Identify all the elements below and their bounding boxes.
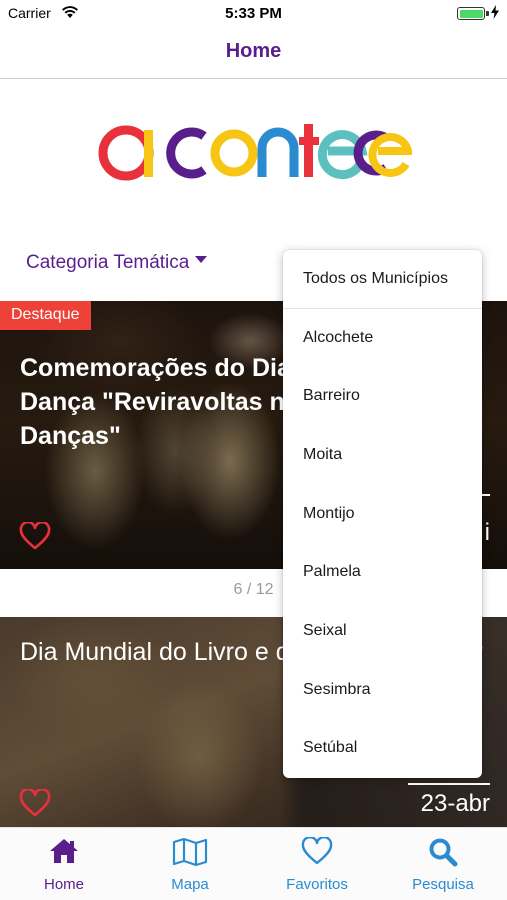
tab-home[interactable]: Home <box>1 828 127 900</box>
clock: 5:33 PM <box>225 5 282 22</box>
dropdown-item-setubal[interactable]: Setúbal <box>283 719 482 777</box>
tab-favorites[interactable]: Favoritos <box>254 828 380 900</box>
tab-search-label: Pesquisa <box>412 876 474 893</box>
battery-icon <box>457 7 489 20</box>
battery-level <box>459 9 483 18</box>
favorite-heart-icon[interactable] <box>19 789 51 817</box>
featured-badge: Destaque <box>0 301 91 330</box>
favorite-heart-icon[interactable] <box>19 522 51 550</box>
tab-favorites-label: Favoritos <box>286 876 348 893</box>
page-title: Home <box>225 40 282 62</box>
dropdown-item-barreiro[interactable]: Barreiro <box>283 367 482 425</box>
heart-icon <box>301 837 333 865</box>
date-divider <box>408 783 490 785</box>
tab-search[interactable]: Pesquisa <box>380 828 506 900</box>
tab-home-label: Home <box>43 876 84 893</box>
acontece-logo <box>98 124 412 181</box>
event-date: 23-abr <box>420 790 490 817</box>
municipality-dropdown-menu: Todos os Municípios Alcochete Barreiro M… <box>283 250 482 778</box>
tab-map-label: Mapa <box>171 876 209 893</box>
search-icon <box>429 838 458 867</box>
dropdown-item-alcochete[interactable]: Alcochete <box>283 309 482 367</box>
navigation-bar: Home <box>0 28 507 79</box>
dropdown-item-todos[interactable]: Todos os Municípios <box>283 250 482 308</box>
dropdown-item-palmela[interactable]: Palmela <box>283 543 482 601</box>
home-icon <box>50 839 78 863</box>
tab-bar: Home Mapa Favoritos Pesquisa <box>0 827 507 900</box>
dropdown-item-moita[interactable]: Moita <box>283 426 482 484</box>
tab-map[interactable]: Mapa <box>127 828 253 900</box>
dropdown-item-montijo[interactable]: Montijo <box>283 485 482 543</box>
status-bar: Carrier 5:33 PM <box>0 0 507 28</box>
dropdown-item-sesimbra[interactable]: Sesimbra <box>283 661 482 719</box>
caret-down-icon <box>195 256 208 264</box>
dropdown-item-seixal[interactable]: Seixal <box>283 602 482 660</box>
map-icon <box>172 837 208 867</box>
category-filter-label: Categoria Temática <box>26 252 190 273</box>
charging-icon <box>491 5 499 19</box>
category-filter-dropdown[interactable]: Categoria Temática <box>26 252 208 274</box>
